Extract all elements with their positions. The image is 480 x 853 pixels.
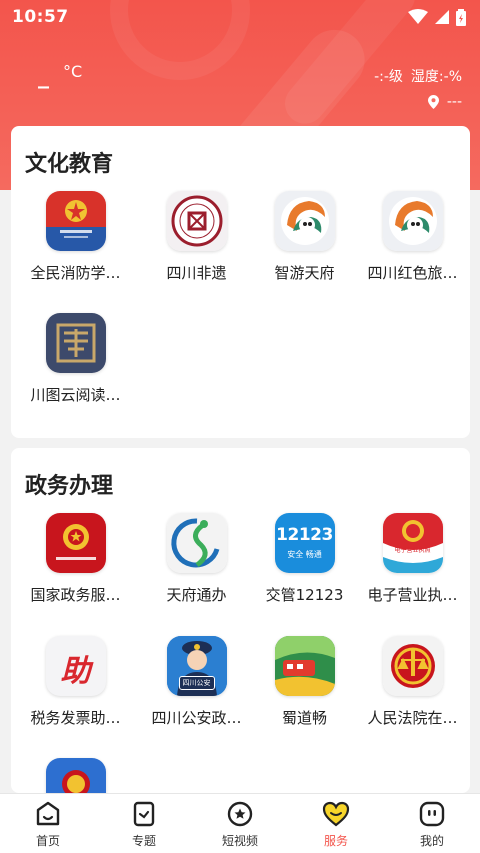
app-tianfu-tongban[interactable]: 天府通办 bbox=[139, 513, 254, 605]
app-peoples-court-online[interactable]: 人民法院在… bbox=[355, 636, 470, 728]
app-label: 国家政务服… bbox=[30, 586, 121, 604]
app-shudao-chang[interactable]: 蜀道畅 bbox=[247, 636, 362, 728]
bookmark-topic-icon bbox=[133, 801, 155, 827]
weather-temperature: _ °C bbox=[38, 62, 82, 89]
cell-signal-icon bbox=[435, 10, 449, 24]
app-label: 四川非遗 bbox=[166, 264, 227, 282]
bottom-tab-bar: 首页 专题 短视频 服务 我的 bbox=[0, 793, 480, 853]
app-label: 川图云阅读… bbox=[30, 386, 121, 404]
status-icons bbox=[408, 8, 466, 26]
app-label: 人民法院在… bbox=[367, 709, 458, 727]
traffic-12123-icon: 12123 安全 畅通 bbox=[274, 513, 335, 573]
app-traffic-12123[interactable]: 12123 安全 畅通 交管12123 bbox=[247, 513, 362, 605]
library-book-seal-icon bbox=[45, 313, 106, 373]
app-label: 电子营业执… bbox=[367, 586, 458, 604]
app-sichuan-red-tourism[interactable]: 四川红色旅… bbox=[355, 191, 470, 283]
app-tax-invoice-assistant[interactable]: 助 税务发票助… bbox=[18, 636, 133, 728]
police-officer-icon: 四川公安 bbox=[166, 636, 227, 696]
app-e-business-license[interactable]: 电子营业执照 电子营业执… bbox=[355, 513, 470, 605]
national-emblem-icon bbox=[45, 513, 106, 573]
traffic-12123-subtext: 安全 畅通 bbox=[287, 550, 322, 559]
temperature-unit: °C bbox=[63, 62, 83, 81]
weather-details: -:-级 湿度:-% --- bbox=[374, 66, 462, 110]
temperature-value: _ bbox=[38, 64, 49, 89]
police-badge-text: 四川公安 bbox=[178, 676, 215, 690]
app-label: 蜀道畅 bbox=[281, 709, 327, 727]
app-label: 交管12123 bbox=[265, 586, 344, 604]
app-label: 天府通办 bbox=[166, 586, 227, 604]
tab-services[interactable]: 服务 bbox=[288, 794, 384, 853]
fire-safety-emblem-icon bbox=[45, 191, 106, 251]
section-government-services: 政务办理 国家政务服… 天府通办 12123 安全 畅通 交管12123 电子营… bbox=[11, 448, 470, 818]
air-quality-level: -:-级 bbox=[374, 69, 403, 85]
section-culture-education: 文化教育 全民消防学… 四川非遗 智游天府 四川红色旅… 川图云阅读… bbox=[11, 126, 470, 438]
app-sichuan-heritage[interactable]: 四川非遗 bbox=[139, 191, 254, 283]
home-smile-icon bbox=[36, 801, 60, 826]
app-sichuan-police[interactable]: 四川公安 四川公安政… bbox=[139, 636, 254, 728]
tab-short-video[interactable]: 短视频 bbox=[192, 794, 288, 853]
wifi-icon bbox=[408, 9, 428, 24]
traffic-12123-text: 12123 bbox=[276, 525, 333, 545]
tab-home[interactable]: 首页 bbox=[0, 794, 96, 853]
battery-icon bbox=[456, 8, 466, 26]
business-license-text: 电子营业执照 bbox=[394, 547, 431, 554]
app-national-gov-service[interactable]: 国家政务服… bbox=[18, 513, 133, 605]
status-time: 10:57 bbox=[12, 7, 69, 27]
section-title: 文化教育 bbox=[25, 152, 114, 177]
tab-label: 短视频 bbox=[221, 834, 258, 848]
app-label: 智游天府 bbox=[274, 264, 335, 282]
court-emblem-icon bbox=[382, 636, 443, 696]
train-road-icon bbox=[274, 636, 335, 696]
tab-label: 服务 bbox=[323, 834, 348, 848]
tab-label: 我的 bbox=[419, 834, 444, 848]
location-name: --- bbox=[446, 94, 462, 110]
tab-mine[interactable]: 我的 bbox=[384, 794, 480, 853]
app-label: 税务发票助… bbox=[30, 709, 121, 727]
humidity-value: 湿度:-% bbox=[410, 69, 462, 85]
app-label: 四川红色旅… bbox=[367, 264, 458, 282]
status-bar: 10:57 bbox=[0, 0, 480, 34]
panda-swirl-icon bbox=[274, 191, 335, 251]
app-label: 四川公安政… bbox=[151, 709, 242, 727]
business-license-emblem-icon: 电子营业执照 bbox=[382, 513, 443, 573]
app-fire-safety[interactable]: 全民消防学… bbox=[18, 191, 133, 283]
location-pin-icon bbox=[427, 95, 439, 109]
app-zhiyou-tianfu[interactable]: 智游天府 bbox=[247, 191, 362, 283]
tab-label: 专题 bbox=[131, 834, 156, 848]
tianfu-swirl-icon bbox=[166, 513, 227, 573]
heart-service-icon bbox=[322, 801, 350, 827]
app-chuantu-reading[interactable]: 川图云阅读… bbox=[18, 313, 133, 405]
tax-assist-glyph: 助 bbox=[60, 654, 91, 689]
tax-assist-icon: 助 bbox=[45, 636, 106, 696]
intangible-heritage-seal-icon bbox=[166, 191, 227, 251]
section-title: 政务办理 bbox=[25, 474, 114, 499]
profile-face-icon bbox=[419, 801, 445, 827]
panda-swirl-icon bbox=[382, 191, 443, 251]
app-label: 全民消防学… bbox=[30, 264, 121, 282]
tab-label: 首页 bbox=[35, 834, 60, 848]
tab-topics[interactable]: 专题 bbox=[96, 794, 192, 853]
video-star-icon bbox=[227, 801, 253, 827]
